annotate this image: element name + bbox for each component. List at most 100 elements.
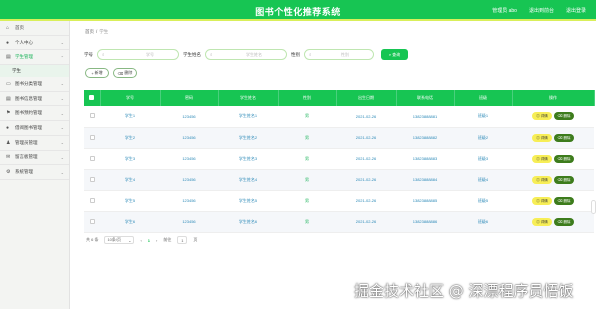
column-header[interactable]: 性别 xyxy=(278,90,337,106)
table-cell: 123456 xyxy=(160,148,218,170)
sidebar-item-home[interactable]: ⌂ 首页 xyxy=(0,21,69,36)
student-name-input[interactable]: ⌕ 学生姓名 xyxy=(205,49,287,60)
chevron-down-icon: ⌄ xyxy=(60,125,64,131)
page-size-select[interactable]: 10条/页 ⌄ xyxy=(104,236,135,244)
column-header[interactable]: 密码 xyxy=(160,90,219,106)
column-header[interactable]: 出生日期 xyxy=(336,90,397,106)
placeholder: 学号 xyxy=(146,51,154,57)
row-checkbox[interactable] xyxy=(84,127,100,149)
breadcrumb-home[interactable]: 首页 xyxy=(85,29,94,35)
breadcrumb-current: 学生 xyxy=(99,29,109,34)
row-checkbox[interactable] xyxy=(84,169,100,191)
delete-row-button[interactable]: ⌫ 删除 xyxy=(554,154,574,163)
student-id-input[interactable]: ⌕ 学号 xyxy=(97,49,179,60)
sidebar-item-book-category[interactable]: ▭ 图书分类管理 ⌄ xyxy=(0,77,69,92)
column-header[interactable]: 班级 xyxy=(454,90,513,106)
logout-link[interactable]: 退出登录 xyxy=(566,7,586,14)
table-cell: 学生4 xyxy=(100,169,160,191)
chevron-up-icon: ⌃ xyxy=(60,54,64,60)
search-icon: ⌕ xyxy=(210,52,213,57)
row-checkbox[interactable] xyxy=(84,211,100,233)
sidebar-item-system[interactable]: ⚙ 系统管理 ⌄ xyxy=(0,165,69,180)
sidebar-item-book-reservation[interactable]: ⚑ 图书预约管理 ⌄ xyxy=(0,106,69,122)
student-table: 学号 密码 学生姓名 性别 出生日期 联系电话 班级 操作 学生1 123456 学… xyxy=(84,90,595,233)
table-cell: 学生姓名2 xyxy=(218,127,278,149)
book-icon: ▤ xyxy=(6,95,11,102)
sidebar-item-admins[interactable]: ♟ 管理员管理 ⌄ xyxy=(0,136,69,151)
view-details-button[interactable]: ◎ 详情 xyxy=(532,112,552,121)
table-row: 学生1 123456 学生姓名1 男 2021-02-26 13823888881 班级1 ◎… xyxy=(84,106,594,128)
delete-row-button[interactable]: ⌫ 删除 xyxy=(554,217,574,226)
sidebar-subitem-student[interactable]: 学生 xyxy=(0,65,69,78)
trash-icon: ⌫ xyxy=(117,70,124,76)
view-details-button[interactable]: ◎ 详情 xyxy=(532,217,552,226)
table-cell: 男 xyxy=(278,169,336,191)
table-cell: 班级1 xyxy=(454,106,512,128)
chevron-down-icon: ⌄ xyxy=(60,110,64,116)
sidebar-item-label: 首页 xyxy=(15,24,24,30)
sidebar-item-book-info[interactable]: ▤ 图书信息管理 ⌄ xyxy=(0,92,69,107)
column-header[interactable]: 联系电话 xyxy=(396,90,455,106)
sidebar-item-profile[interactable]: ● 个人中心 ⌄ xyxy=(0,36,69,51)
batch-delete-button[interactable]: ⌫ 删除 xyxy=(113,68,137,78)
table-row: 学生3 123456 学生姓名3 男 2021-02-26 13823888883 班级3 ◎… xyxy=(84,148,594,170)
chevron-down-icon: ⌄ xyxy=(60,96,64,102)
row-actions: ◎ 详情 ⌫ 删除 xyxy=(512,106,594,128)
sidebar-item-label: 系统管理 xyxy=(15,169,33,175)
table-cell: 学生5 xyxy=(100,190,160,212)
sidebar-item-borrow[interactable]: ● 借阅图书管理 ⌄ xyxy=(0,121,69,136)
gender-input[interactable]: ⌕ 性别 xyxy=(304,49,374,60)
table-cell: 123456 xyxy=(160,211,218,233)
exit-front-link[interactable]: 退出到前台 xyxy=(529,7,554,14)
column-header: 操作 xyxy=(512,90,595,106)
next-page-button[interactable]: › xyxy=(156,238,157,243)
select-all-checkbox[interactable] xyxy=(84,90,101,106)
table-row: 学生6 123456 学生姓名6 男 2021-02-26 13823888886 班级6 ◎… xyxy=(84,211,594,233)
page-number[interactable]: 1 xyxy=(148,238,150,243)
table-cell: 男 xyxy=(278,106,336,128)
breadcrumb-separator: / xyxy=(96,29,98,34)
table-cell: 男 xyxy=(278,190,336,212)
table-cell: 班级2 xyxy=(454,127,512,149)
chevron-down-icon: ⌄ xyxy=(60,40,64,46)
column-header[interactable]: 学生姓名 xyxy=(218,90,279,106)
goto-input[interactable]: 1 xyxy=(177,236,188,244)
sidebar-item-messages[interactable]: ✉ 留言板管理 ⌄ xyxy=(0,151,69,166)
table-cell: 13823888885 xyxy=(396,190,454,212)
view-details-button[interactable]: ◎ 详情 xyxy=(532,196,552,205)
flag-icon: ⚑ xyxy=(6,110,11,117)
row-actions: ◎ 详情 ⌫ 删除 xyxy=(512,190,594,212)
gender-label: 性别 xyxy=(291,51,300,57)
table-cell: 13823888883 xyxy=(396,148,454,170)
person-icon: ● xyxy=(6,39,10,46)
view-details-button[interactable]: ◎ 详情 xyxy=(532,175,552,184)
row-checkbox[interactable] xyxy=(84,190,100,212)
row-checkbox[interactable] xyxy=(84,148,100,170)
table-cell: 男 xyxy=(278,211,336,233)
table-cell: 学生6 xyxy=(100,211,160,233)
prev-page-button[interactable]: ‹ xyxy=(140,238,141,243)
view-details-button[interactable]: ◎ 详情 xyxy=(532,154,552,163)
table-cell: 123456 xyxy=(160,190,218,212)
sidebar-item-students[interactable]: ▤ 学生管理 ⌃ xyxy=(0,50,69,66)
row-checkbox[interactable] xyxy=(84,106,100,128)
table-row: 学生4 123456 学生姓名4 男 2021-02-26 13823888884 班级4 ◎… xyxy=(84,169,594,191)
delete-row-button[interactable]: ⌫ 删除 xyxy=(554,112,574,121)
plus-icon: + xyxy=(91,70,94,76)
column-header[interactable]: 学号 xyxy=(100,90,161,106)
search-button[interactable]: ⌕ 查询 xyxy=(381,49,408,60)
side-scroll-handle[interactable] xyxy=(591,200,596,214)
chevron-down-icon: ⌄ xyxy=(60,154,64,160)
table-cell: 班级3 xyxy=(454,148,512,170)
table-cell: 2021-02-26 xyxy=(336,106,396,128)
watermark: 掘金技术社区 @ 深漂程序员悟饭 xyxy=(354,282,574,300)
table-cell: 123456 xyxy=(160,127,218,149)
home-icon: ⌂ xyxy=(6,24,10,31)
add-button[interactable]: + 新增 xyxy=(85,68,109,78)
delete-row-button[interactable]: ⌫ 删除 xyxy=(554,175,574,184)
delete-button-label: 删除 xyxy=(124,70,133,75)
view-details-button[interactable]: ◎ 详情 xyxy=(532,133,552,142)
search-icon: ⌕ xyxy=(388,52,392,57)
delete-row-button[interactable]: ⌫ 删除 xyxy=(554,196,574,205)
delete-row-button[interactable]: ⌫ 删除 xyxy=(554,133,574,142)
